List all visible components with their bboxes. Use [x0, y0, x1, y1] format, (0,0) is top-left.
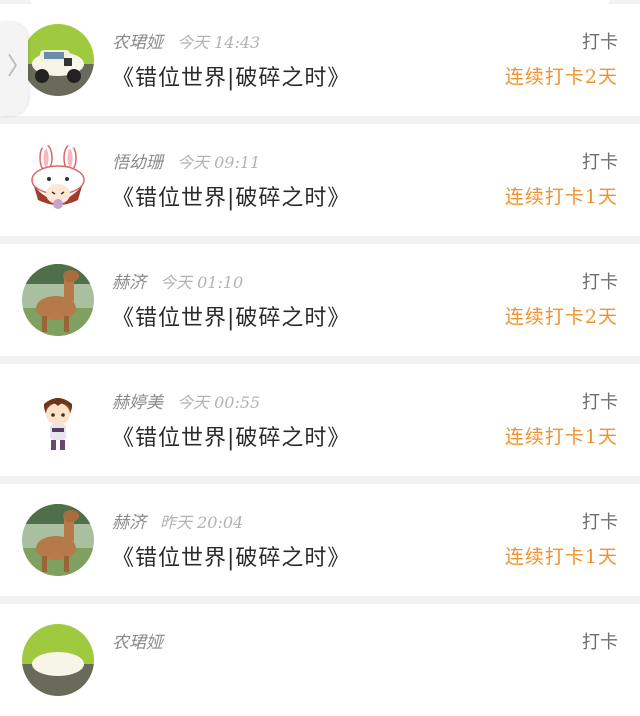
checkin-label: 打卡 [582, 632, 618, 653]
user-name[interactable]: 农珺娅 [112, 33, 163, 53]
post-meta: 农珺娅 [112, 628, 177, 653]
chibi-boy-avatar-icon[interactable] [22, 384, 94, 456]
checkin-label: 打卡 [582, 152, 618, 173]
post-time: 今天 14:43 [177, 33, 261, 52]
book-title[interactable]: 《错位世界|破碎之时》 [112, 540, 350, 572]
streak-label: 连续打卡1天 [504, 546, 618, 568]
bunny-avatar-icon[interactable] [22, 144, 94, 216]
post-time: 今天 09:11 [177, 153, 261, 172]
feed-card[interactable]: 农珺娅 打卡 [0, 604, 640, 716]
toy-car-avatar-icon[interactable] [22, 624, 94, 696]
user-name[interactable]: 悟幼珊 [112, 153, 163, 173]
book-title[interactable]: 《错位世界|破碎之时》 [112, 420, 350, 452]
post-time: 昨天 20:04 [160, 513, 244, 532]
user-name[interactable]: 农珺娅 [112, 633, 163, 653]
post-meta: 悟幼珊 今天 09:11 [112, 148, 261, 173]
feed-card[interactable]: 农珺娅 今天 14:43 《错位世界|破碎之时》 打卡 连续打卡2天 [0, 4, 640, 116]
post-time: 今天 01:10 [160, 273, 244, 292]
checkin-feed: 农珺娅 今天 14:43 《错位世界|破碎之时》 打卡 连续打卡2天 悟幼珊 今… [0, 4, 640, 716]
streak-label: 连续打卡1天 [504, 186, 618, 208]
feed-card[interactable]: 赫婷美 今天 00:55 《错位世界|破碎之时》 打卡 连续打卡1天 [0, 364, 640, 476]
post-meta: 赫济 今天 01:10 [112, 268, 244, 293]
toy-car-avatar-icon[interactable] [22, 24, 94, 96]
side-drawer-handle[interactable]: 〉 [0, 22, 31, 116]
streak-label: 连续打卡2天 [504, 306, 618, 328]
checkin-label: 打卡 [582, 32, 618, 53]
user-name[interactable]: 赫济 [112, 273, 146, 293]
post-meta: 农珺娅 今天 14:43 [112, 28, 261, 53]
checkin-label: 打卡 [582, 512, 618, 533]
feed-card[interactable]: 赫济 昨天 20:04 《错位世界|破碎之时》 打卡 连续打卡1天 [0, 484, 640, 596]
alpaca-avatar-icon[interactable] [22, 504, 94, 576]
post-meta: 赫济 昨天 20:04 [112, 508, 244, 533]
book-title[interactable]: 《错位世界|破碎之时》 [112, 180, 350, 212]
feed-card[interactable]: 赫济 今天 01:10 《错位世界|破碎之时》 打卡 连续打卡2天 [0, 244, 640, 356]
streak-label: 连续打卡1天 [504, 426, 618, 448]
feed-card[interactable]: 悟幼珊 今天 09:11 《错位世界|破碎之时》 打卡 连续打卡1天 [0, 124, 640, 236]
streak-label: 连续打卡2天 [504, 66, 618, 88]
chevron-right-icon: 〉 [7, 52, 31, 80]
post-time: 今天 00:55 [177, 393, 261, 412]
user-name[interactable]: 赫济 [112, 513, 146, 533]
checkin-label: 打卡 [582, 392, 618, 413]
checkin-label: 打卡 [582, 272, 618, 293]
post-meta: 赫婷美 今天 00:55 [112, 388, 261, 413]
book-title[interactable]: 《错位世界|破碎之时》 [112, 60, 350, 92]
book-title[interactable]: 《错位世界|破碎之时》 [112, 300, 350, 332]
user-name[interactable]: 赫婷美 [112, 393, 163, 413]
alpaca-avatar-icon[interactable] [22, 264, 94, 336]
